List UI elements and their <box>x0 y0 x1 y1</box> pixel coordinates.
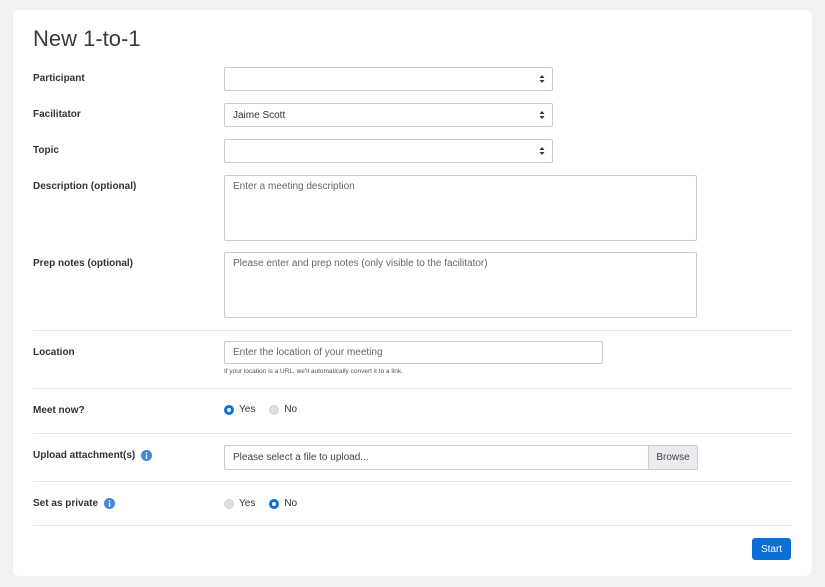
file-upload-input[interactable]: Please select a file to upload... <box>225 446 648 469</box>
prep-notes-placeholder: Please enter and prep notes (only visibl… <box>233 258 488 269</box>
divider <box>33 433 792 434</box>
facilitator-label: Facilitator <box>33 109 81 120</box>
private-label: Set as private <box>33 498 116 509</box>
facilitator-label-text: Facilitator <box>33 109 81 120</box>
private-radio-group: Yes No <box>224 498 305 509</box>
private-no-radio[interactable] <box>269 498 280 509</box>
divider <box>33 388 792 389</box>
select-arrows-icon <box>539 111 545 119</box>
select-arrows-icon <box>539 147 545 155</box>
meet-now-no-radio[interactable] <box>269 404 280 415</box>
location-placeholder: Enter the location of your meeting <box>233 347 383 358</box>
private-no-option[interactable]: No <box>269 498 297 509</box>
location-label: Location <box>33 347 75 358</box>
location-hint: If your location is a URL, we'll automat… <box>224 368 403 375</box>
location-label-text: Location <box>33 347 75 358</box>
participant-select[interactable] <box>224 67 553 91</box>
meet-now-label-text: Meet now? <box>33 405 85 416</box>
participant-label-text: Participant <box>33 73 85 84</box>
file-upload-field[interactable]: Please select a file to upload... Browse <box>224 445 698 470</box>
meet-now-yes-option[interactable]: Yes <box>224 404 255 415</box>
select-arrows-icon <box>539 75 545 83</box>
new-one-to-one-form-card: New 1-to-1 Participant Facilitator Jaime… <box>13 10 812 576</box>
description-placeholder: Enter a meeting description <box>233 181 355 192</box>
meet-now-radio-group: Yes No <box>224 404 305 415</box>
prep-notes-label: Prep notes (optional) <box>33 258 133 269</box>
meet-now-yes-radio[interactable] <box>224 404 234 415</box>
page-title: New 1-to-1 <box>33 26 141 51</box>
meet-now-label: Meet now? <box>33 405 85 416</box>
prep-notes-label-text: Prep notes (optional) <box>33 258 133 269</box>
description-textarea[interactable]: Enter a meeting description <box>224 175 697 241</box>
facilitator-select[interactable]: Jaime Scott <box>224 103 553 127</box>
description-label-text: Description (optional) <box>33 181 137 192</box>
description-label: Description (optional) <box>33 181 136 192</box>
divider <box>33 481 792 482</box>
divider <box>33 525 792 526</box>
private-no-label: No <box>284 498 298 509</box>
private-yes-radio[interactable] <box>224 498 234 509</box>
browse-button[interactable]: Browse <box>648 446 697 469</box>
meet-now-no-option[interactable]: No <box>269 404 297 415</box>
meet-now-yes-label: Yes <box>239 404 256 415</box>
private-yes-label: Yes <box>239 498 256 509</box>
location-input[interactable]: Enter the location of your meeting <box>224 341 603 364</box>
private-label-text: Set as private <box>33 498 99 509</box>
topic-label-text: Topic <box>33 145 59 156</box>
private-yes-option[interactable]: Yes <box>224 498 255 509</box>
start-button[interactable]: Start <box>752 538 791 560</box>
info-icon[interactable] <box>104 498 116 509</box>
file-upload-placeholder: Please select a file to upload... <box>233 452 369 463</box>
facilitator-select-value: Jaime Scott <box>233 109 286 121</box>
info-icon[interactable] <box>141 450 153 461</box>
meet-now-no-label: No <box>284 404 298 415</box>
participant-label: Participant <box>33 73 85 84</box>
topic-select[interactable] <box>224 139 553 163</box>
upload-label-text: Upload attachment(s) <box>33 450 136 461</box>
prep-notes-textarea[interactable]: Please enter and prep notes (only visibl… <box>224 252 697 318</box>
divider <box>33 330 792 331</box>
topic-label: Topic <box>33 145 59 156</box>
upload-label: Upload attachment(s) <box>33 450 153 461</box>
